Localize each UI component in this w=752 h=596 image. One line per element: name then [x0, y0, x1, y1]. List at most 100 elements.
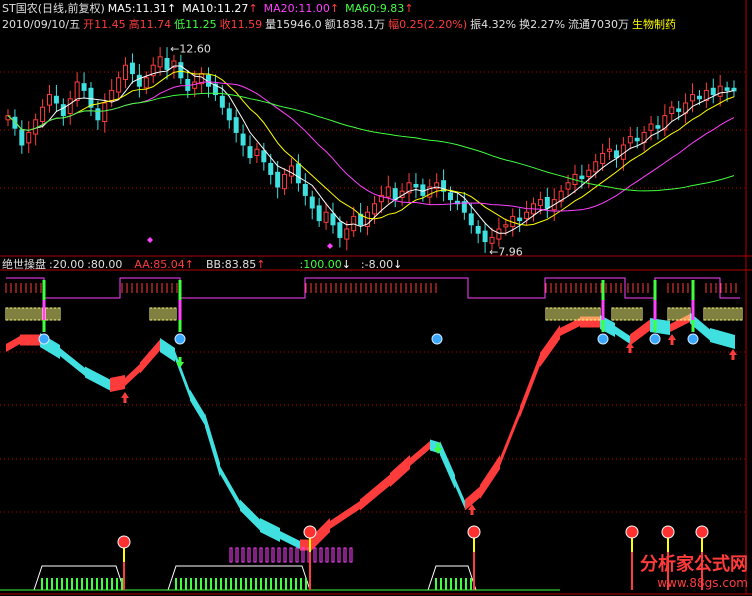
candle-body	[40, 106, 46, 122]
candle-body	[123, 64, 129, 80]
candle-body	[330, 213, 336, 226]
strip-tick-mark	[25, 307, 29, 321]
indicator-bar	[313, 547, 317, 563]
indicator-bar	[325, 547, 329, 563]
signal-ball-icon	[687, 333, 699, 345]
candle-body	[724, 87, 730, 91]
strip-tick-mark	[37, 307, 41, 321]
strip-tick-mark	[675, 307, 679, 321]
candle-body	[74, 81, 80, 101]
indicator-bar	[271, 547, 275, 563]
strip-tick-mark	[739, 307, 743, 321]
candle-body	[226, 108, 232, 121]
indicator-band-segment	[125, 364, 140, 386]
candle-body	[690, 94, 696, 102]
indicator-bar	[277, 547, 281, 563]
zone-outline	[167, 565, 311, 591]
indicator-bar	[241, 547, 245, 563]
candle-body	[565, 182, 571, 190]
buy-arrow-icon	[729, 349, 737, 360]
strip-tick-mark	[623, 307, 627, 321]
indicator-band-segment	[650, 318, 670, 335]
strip-tick-mark	[577, 307, 581, 321]
strip-tick-mark	[53, 307, 57, 321]
strip-tick-mark	[557, 307, 561, 321]
strip-tick-mark	[719, 307, 723, 321]
candle-body	[81, 83, 87, 91]
indicator-bar	[295, 547, 299, 563]
candle-body	[233, 117, 239, 133]
candle-body	[323, 211, 329, 223]
signal-step-line	[6, 277, 740, 299]
candle-body	[60, 104, 66, 117]
strip-tick-mark	[45, 307, 49, 321]
candle-body	[129, 62, 135, 75]
candle-body	[489, 236, 495, 244]
candle-body	[344, 228, 350, 240]
indicator-band-segment	[260, 518, 280, 542]
strip-tick-mark	[731, 307, 735, 321]
strip-tick-mark	[703, 307, 707, 321]
indicator-band-segment	[220, 466, 240, 509]
indicator-bar	[337, 547, 341, 563]
indicator-band-segment	[85, 366, 110, 391]
candle-body	[295, 163, 301, 184]
candle-body	[496, 228, 502, 240]
indicator-bar	[283, 547, 287, 563]
strip-tick-mark	[57, 307, 61, 321]
indicator-band-segment	[175, 351, 190, 399]
strip-tick-mark	[619, 307, 623, 321]
strip-tick-mark	[635, 307, 639, 321]
strip-tick-mark	[565, 307, 569, 321]
candle-body	[219, 95, 225, 108]
indicator-band-segment	[440, 441, 455, 489]
strip-tick-mark	[165, 307, 169, 321]
indicator-band-segment	[630, 319, 650, 346]
candle-body	[710, 87, 716, 96]
signal-ball-icon	[597, 333, 609, 345]
strip-tick-mark	[553, 307, 557, 321]
candle-body	[420, 184, 426, 196]
candle-body	[178, 62, 184, 79]
strip-tick-mark	[549, 307, 553, 321]
strip-tick-mark	[13, 307, 17, 321]
chart-canvas: ←12.60 ←7.96	[0, 0, 752, 595]
strip-tick-mark	[667, 307, 671, 321]
candle-body	[261, 150, 267, 163]
candle-body	[157, 56, 163, 68]
indicator-bar	[265, 547, 269, 563]
candle-body	[309, 196, 315, 209]
indicator-bar	[247, 547, 251, 563]
candle-body	[143, 77, 149, 89]
red-ball-icon	[303, 525, 317, 539]
strip-tick-mark	[17, 307, 21, 321]
candle-body	[607, 148, 613, 152]
low-annotation: ←7.96	[489, 245, 523, 258]
indicator-band-segment	[160, 338, 175, 362]
strip-tick-mark	[723, 307, 727, 321]
red-ball-icon	[467, 525, 481, 539]
candle-body	[316, 205, 322, 222]
marker-diamond-icon	[147, 237, 153, 243]
candle-body	[53, 95, 59, 104]
strip-tick-mark	[627, 307, 631, 321]
candle-body	[413, 183, 419, 188]
strip-tick-mark	[149, 307, 153, 321]
candle-body	[282, 173, 288, 190]
indicator-band-segment	[390, 455, 410, 487]
candle-body	[392, 188, 398, 201]
candle-body	[26, 131, 32, 144]
indicator-band-segment	[330, 501, 360, 529]
red-ball-icon	[695, 525, 709, 539]
strip-tick-mark	[569, 307, 573, 321]
candle-body	[95, 108, 101, 121]
strip-tick-mark	[33, 307, 37, 321]
candle-body	[669, 106, 675, 114]
candle-body	[676, 108, 682, 112]
candle-body	[302, 183, 308, 196]
indicator-band-segment	[280, 531, 300, 549]
indicator-band-segment	[540, 325, 560, 367]
indicator-band-segment	[6, 336, 20, 352]
strip-tick-mark	[157, 307, 161, 321]
candle-body	[482, 230, 488, 243]
